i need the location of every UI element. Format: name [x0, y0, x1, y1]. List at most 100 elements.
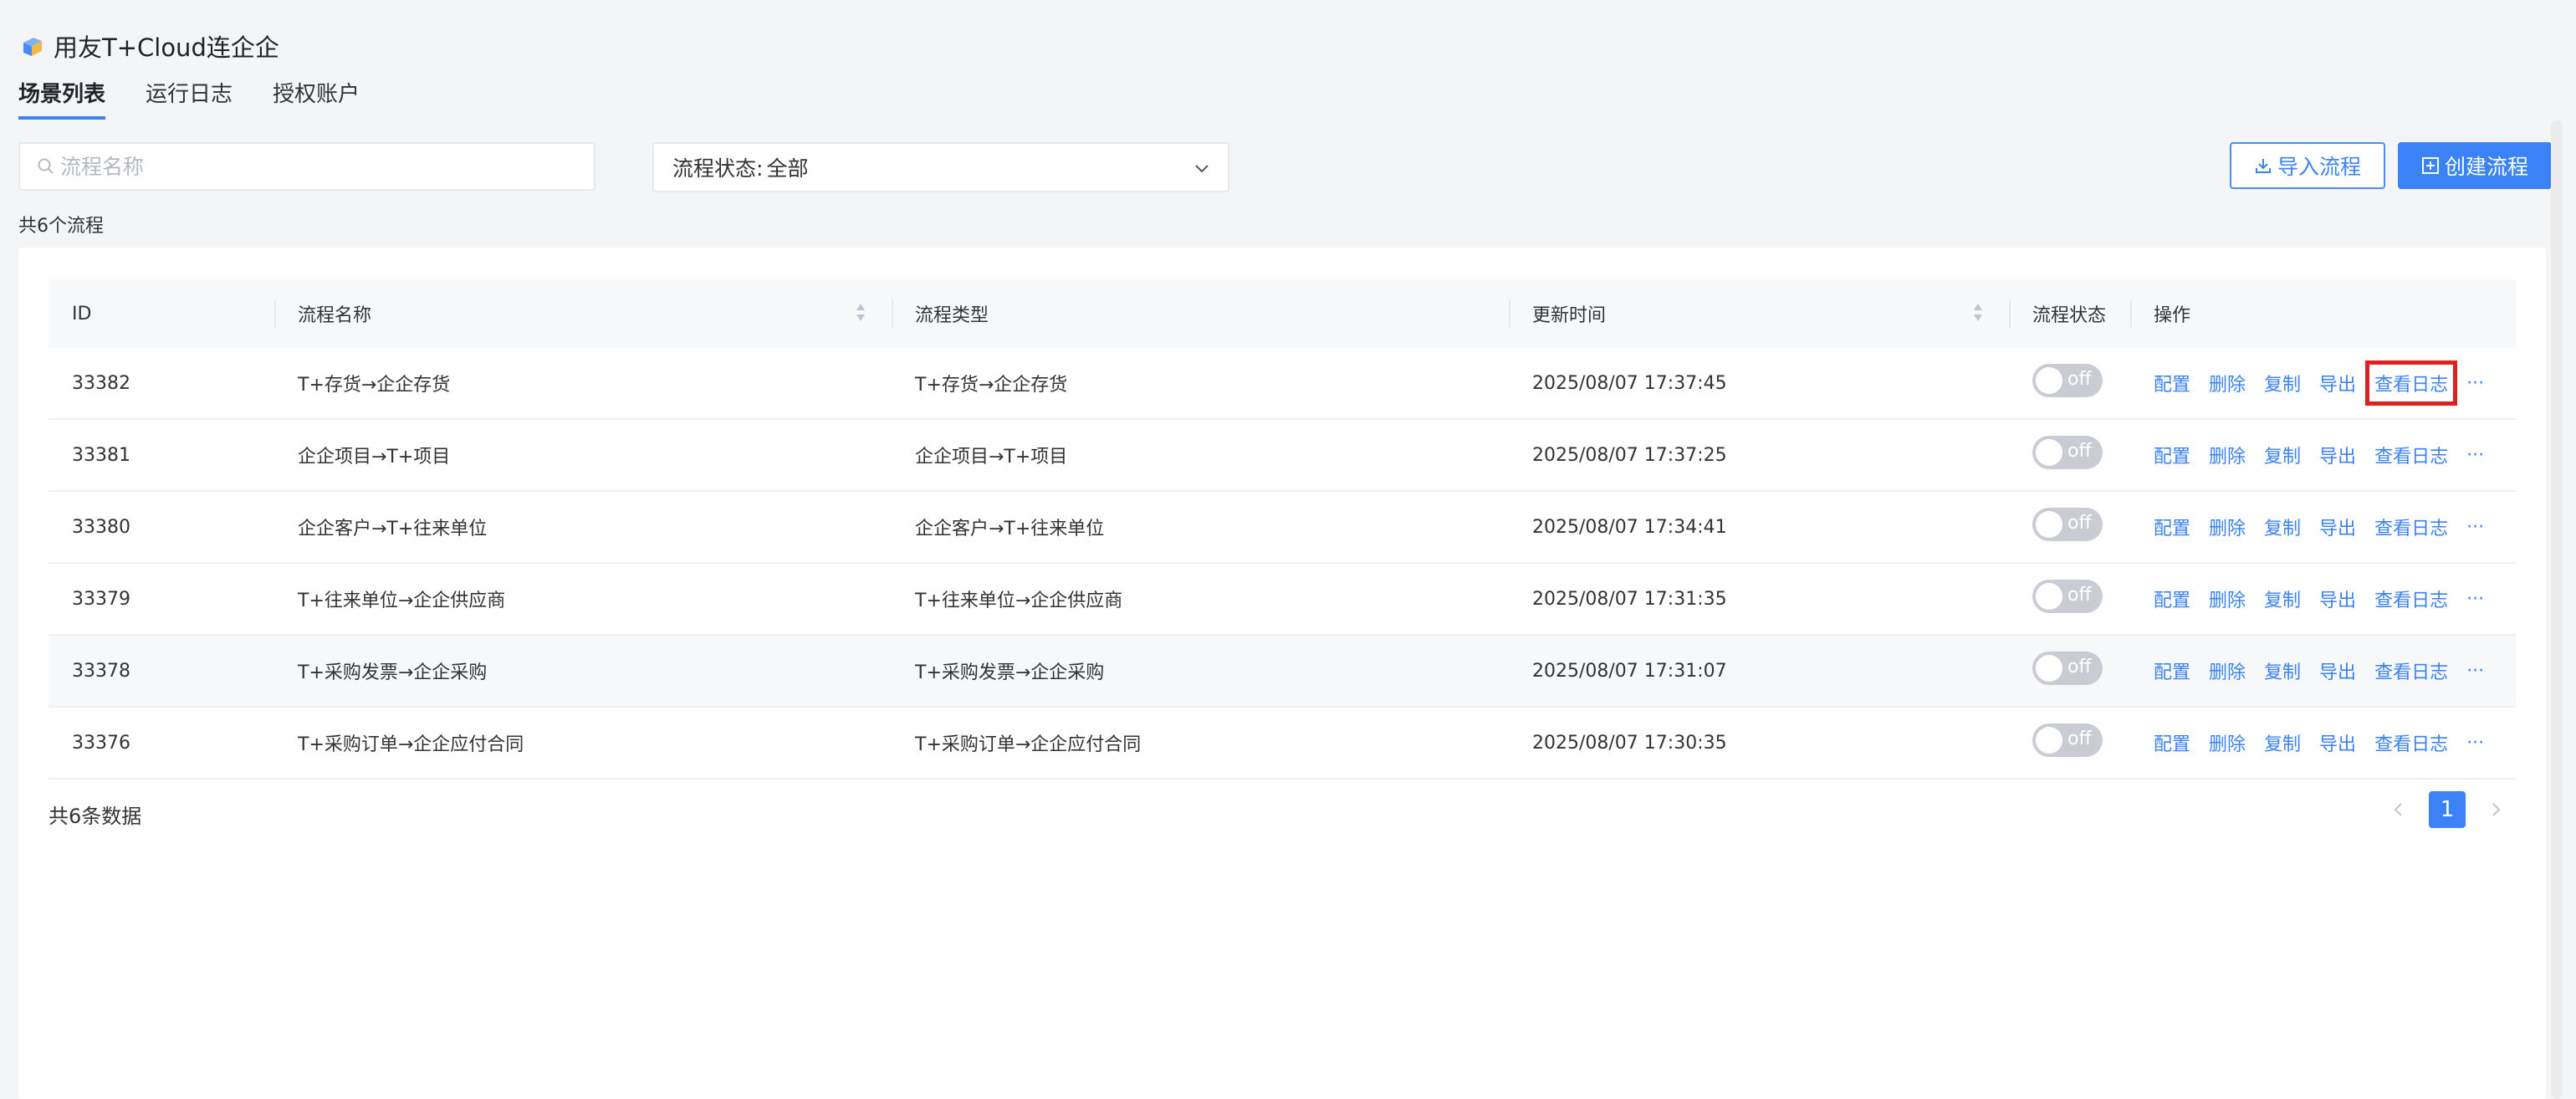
- flow-count: 共6个流程: [18, 216, 104, 237]
- column-header-name[interactable]: 流程名称: [274, 279, 892, 348]
- status-toggle[interactable]: off: [2032, 652, 2103, 685]
- search-box[interactable]: [18, 142, 595, 191]
- action-configure[interactable]: 配置: [2154, 729, 2190, 756]
- column-header-id: ID: [49, 279, 274, 348]
- status-toggle[interactable]: off: [2032, 508, 2103, 541]
- action-copy[interactable]: 复制: [2264, 729, 2301, 756]
- column-header-updated[interactable]: 更新时间: [1509, 279, 2009, 348]
- status-toggle[interactable]: off: [2032, 436, 2103, 469]
- import-flow-button[interactable]: 导入流程: [2230, 142, 2385, 189]
- cell-status: off: [2009, 419, 2130, 492]
- action-view-log[interactable]: 查看日志: [2365, 360, 2458, 406]
- action-export[interactable]: 导出: [2319, 657, 2356, 684]
- action-view-log[interactable]: 查看日志: [2374, 657, 2448, 684]
- cell-type: T+存货→企企存货: [892, 348, 1509, 420]
- status-filter-select[interactable]: 流程状态: 全部: [652, 142, 1229, 192]
- action-configure[interactable]: 配置: [2154, 442, 2190, 468]
- action-configure[interactable]: 配置: [2154, 585, 2190, 612]
- cell-id: 33379: [49, 563, 274, 636]
- cell-id: 33381: [49, 419, 274, 492]
- flow-table: ID 流程名称 流程类型 更新时间 流程状态 操作 33382 T+存货→企企存…: [49, 279, 2516, 780]
- search-icon: [38, 158, 54, 174]
- toggle-label: off: [2067, 728, 2092, 749]
- chevron-left-icon: [2394, 803, 2402, 816]
- table-row: 33379 T+往来单位→企企供应商 T+往来单位→企企供应商 2025/08/…: [49, 563, 2516, 636]
- status-toggle[interactable]: off: [2032, 364, 2103, 397]
- status-toggle[interactable]: off: [2032, 723, 2103, 757]
- action-view-log[interactable]: 查看日志: [2374, 514, 2448, 540]
- action-copy[interactable]: 复制: [2264, 442, 2301, 468]
- cell-type: T+采购订单→企企应付合同: [892, 707, 1509, 780]
- action-view-log[interactable]: 查看日志: [2374, 585, 2448, 612]
- cell-status: off: [2009, 491, 2130, 564]
- cell-actions: 配置 删除 复制 导出 查看日志 ···: [2130, 707, 2516, 780]
- action-configure[interactable]: 配置: [2154, 370, 2190, 396]
- more-actions-icon[interactable]: ···: [2466, 445, 2484, 466]
- cell-id: 33380: [49, 491, 274, 564]
- page-scrollbar[interactable]: [2551, 120, 2563, 1099]
- column-header-type: 流程类型: [892, 279, 1509, 348]
- chevron-down-icon: [1195, 165, 1209, 173]
- action-export[interactable]: 导出: [2319, 585, 2356, 612]
- search-input[interactable]: [59, 153, 564, 180]
- tab-scene-list[interactable]: 场景列表: [18, 77, 106, 120]
- more-actions-icon[interactable]: ···: [2466, 589, 2484, 610]
- action-delete[interactable]: 删除: [2209, 370, 2246, 396]
- status-toggle[interactable]: off: [2032, 580, 2103, 613]
- tab-authorized-accounts[interactable]: 授权账户: [273, 77, 360, 120]
- action-export[interactable]: 导出: [2319, 442, 2356, 468]
- table-row: 33380 企企客户→T+往来单位 企企客户→T+往来单位 2025/08/07…: [49, 491, 2516, 564]
- cell-name: T+往来单位→企企供应商: [274, 563, 892, 636]
- action-delete[interactable]: 删除: [2209, 514, 2246, 540]
- cell-updated: 2025/08/07 17:30:35: [1509, 707, 2009, 780]
- next-page-button[interactable]: [2479, 793, 2512, 826]
- total-records: 共6条数据: [49, 805, 142, 828]
- cell-updated: 2025/08/07 17:31:07: [1509, 635, 2009, 708]
- app-logo-icon: [23, 38, 42, 56]
- cell-name: 企企项目→T+项目: [274, 419, 892, 492]
- toggle-label: off: [2067, 441, 2092, 462]
- cell-actions: 配置 删除 复制 导出 查看日志 ···: [2130, 491, 2516, 564]
- action-export[interactable]: 导出: [2319, 514, 2356, 540]
- action-delete[interactable]: 删除: [2209, 585, 2246, 612]
- cell-updated: 2025/08/07 17:31:35: [1509, 563, 2009, 636]
- action-export[interactable]: 导出: [2319, 370, 2356, 396]
- app-header: 用友T+Cloud连企企: [18, 25, 279, 67]
- create-flow-button[interactable]: 创建流程: [2398, 142, 2552, 189]
- action-copy[interactable]: 复制: [2264, 514, 2301, 540]
- plus-square-icon: [2421, 157, 2439, 174]
- tab-bar: 场景列表 运行日志 授权账户: [18, 77, 400, 120]
- table-row: 33381 企企项目→T+项目 企企项目→T+项目 2025/08/07 17:…: [49, 419, 2516, 492]
- column-header-actions-label: 操作: [2154, 305, 2191, 326]
- action-export[interactable]: 导出: [2319, 729, 2356, 756]
- action-copy[interactable]: 复制: [2264, 585, 2301, 612]
- action-delete[interactable]: 删除: [2209, 729, 2246, 756]
- flow-table-panel: ID 流程名称 流程类型 更新时间 流程状态 操作 33382 T+存货→企企存…: [18, 248, 2546, 1099]
- action-configure[interactable]: 配置: [2154, 514, 2190, 540]
- toggle-label: off: [2067, 369, 2092, 390]
- action-copy[interactable]: 复制: [2264, 657, 2301, 684]
- action-delete[interactable]: 删除: [2209, 657, 2246, 684]
- sort-icon[interactable]: [855, 301, 866, 325]
- more-actions-icon[interactable]: ···: [2466, 733, 2484, 754]
- action-view-log[interactable]: 查看日志: [2374, 729, 2448, 756]
- action-delete[interactable]: 删除: [2209, 442, 2246, 468]
- more-actions-icon[interactable]: ···: [2466, 517, 2484, 538]
- column-header-type-label: 流程类型: [915, 305, 989, 326]
- cell-type: 企企客户→T+往来单位: [892, 491, 1509, 564]
- tab-run-log[interactable]: 运行日志: [146, 77, 233, 120]
- prev-page-button[interactable]: [2382, 793, 2415, 826]
- sort-icon[interactable]: [1972, 301, 1984, 325]
- action-configure[interactable]: 配置: [2154, 657, 2190, 684]
- page-number-current[interactable]: 1: [2429, 791, 2466, 828]
- cell-id: 33376: [49, 707, 274, 780]
- status-filter-label: 流程状态:: [672, 156, 764, 181]
- cell-updated: 2025/08/07 17:37:45: [1509, 348, 2009, 420]
- cell-name: T+存货→企企存货: [274, 348, 892, 420]
- action-view-log[interactable]: 查看日志: [2374, 442, 2448, 468]
- cell-name: T+采购订单→企企应付合同: [274, 707, 892, 780]
- action-copy[interactable]: 复制: [2264, 370, 2301, 396]
- more-actions-icon[interactable]: ···: [2466, 373, 2484, 394]
- column-header-status: 流程状态: [2009, 279, 2130, 348]
- more-actions-icon[interactable]: ···: [2466, 661, 2484, 682]
